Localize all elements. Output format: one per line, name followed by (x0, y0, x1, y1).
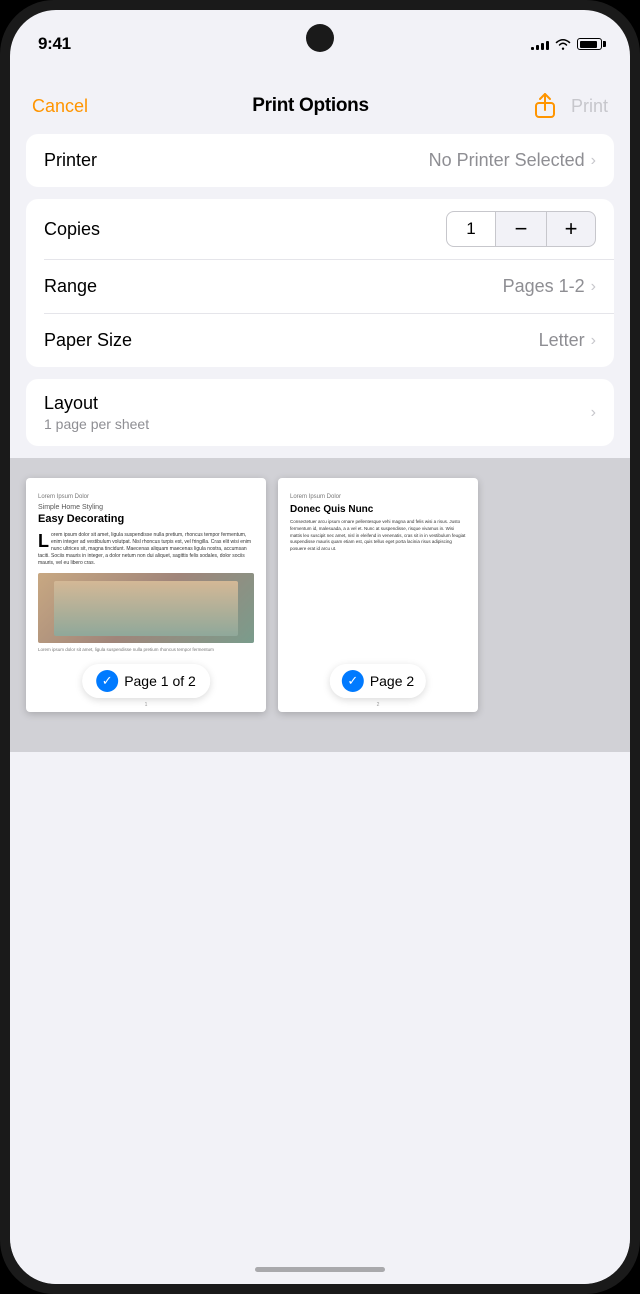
page1-subtitle: Simple Home Styling (38, 504, 254, 511)
battery-icon (577, 38, 602, 50)
page2-title: Donec Quis Nunc (290, 504, 466, 515)
status-time: 9:41 (38, 34, 71, 54)
page1-badge-text: Page 1 of 2 (124, 673, 196, 689)
page2-badge: ✓ Page 2 (330, 664, 426, 698)
preview-area: Lorem Ipsum Dolor Simple Home Styling Ea… (10, 458, 630, 752)
page2-number: 2 (377, 702, 380, 708)
share-button[interactable] (533, 92, 557, 120)
copies-minus-button[interactable]: − (496, 211, 546, 247)
paper-size-chevron: › (591, 332, 596, 350)
paper-size-label: Paper Size (44, 330, 132, 351)
signal-icon (531, 38, 549, 50)
layout-title: Layout (44, 393, 149, 414)
share-icon (533, 92, 557, 120)
printer-chevron: › (591, 152, 596, 170)
preview-page-1[interactable]: Lorem Ipsum Dolor Simple Home Styling Ea… (26, 478, 266, 712)
page1-number: 1 (145, 702, 148, 708)
paper-size-value-text: Letter (539, 330, 585, 351)
status-icons (531, 38, 602, 50)
copies-control: 1 − + (446, 211, 596, 247)
cancel-button[interactable]: Cancel (32, 96, 88, 117)
camera-notch (306, 24, 334, 52)
layout-section[interactable]: Layout 1 page per sheet › (26, 379, 614, 446)
copies-label: Copies (44, 219, 100, 240)
panel-title: Print Options (252, 95, 368, 117)
main-content: Cancel Print Options Print (10, 64, 630, 1284)
page1-header: Lorem Ipsum Dolor (38, 494, 254, 500)
layout-text: Layout 1 page per sheet (44, 393, 149, 432)
page1-badge: ✓ Page 1 of 2 (82, 664, 210, 698)
panel-header: Cancel Print Options Print (10, 74, 630, 134)
printer-section: Printer No Printer Selected › (26, 134, 614, 187)
copies-value: 1 (446, 211, 496, 247)
page1-caption: Lorem ipsum dolor sit amet, ligula suspe… (38, 647, 254, 652)
printer-value-text: No Printer Selected (429, 150, 585, 171)
screen: 9:41 (10, 10, 630, 1284)
page1-check-icon: ✓ (96, 670, 118, 692)
page1-title: Easy Decorating (38, 513, 254, 526)
page1-image (38, 573, 254, 643)
copies-plus-button[interactable]: + (546, 211, 596, 247)
options-section: Copies 1 − + Range Pages 1-2 › (26, 199, 614, 367)
layout-chevron: › (591, 404, 596, 422)
preview-page-2[interactable]: Lorem Ipsum Dolor Donec Quis Nunc Consec… (278, 478, 478, 712)
range-chevron: › (591, 278, 596, 296)
phone-frame: 9:41 (0, 0, 640, 1294)
paper-size-row[interactable]: Paper Size Letter › (26, 314, 614, 367)
range-value-text: Pages 1-2 (503, 276, 585, 297)
range-row[interactable]: Range Pages 1-2 › (26, 260, 614, 313)
header-right-actions: Print (533, 92, 608, 120)
copies-row: Copies 1 − + (26, 199, 614, 259)
page1-body: Lorem ipsum dolor sit amet, ligula suspe… (38, 532, 254, 567)
page2-body: Consectetuer arcu ipsum ornare pellentes… (290, 519, 466, 553)
print-panel: Cancel Print Options Print (10, 74, 630, 772)
page2-check-icon: ✓ (342, 670, 364, 692)
wifi-icon (555, 38, 571, 50)
range-value: Pages 1-2 › (503, 276, 596, 297)
print-button[interactable]: Print (571, 96, 608, 117)
printer-value: No Printer Selected › (429, 150, 596, 171)
page2-badge-text: Page 2 (370, 673, 414, 689)
layout-sublabel: 1 page per sheet (44, 416, 149, 432)
printer-label: Printer (44, 150, 97, 171)
range-label: Range (44, 276, 97, 297)
paper-size-value: Letter › (539, 330, 596, 351)
page2-header: Lorem Ipsum Dolor (290, 494, 466, 500)
home-indicator (255, 1267, 385, 1272)
printer-row[interactable]: Printer No Printer Selected › (26, 134, 614, 187)
